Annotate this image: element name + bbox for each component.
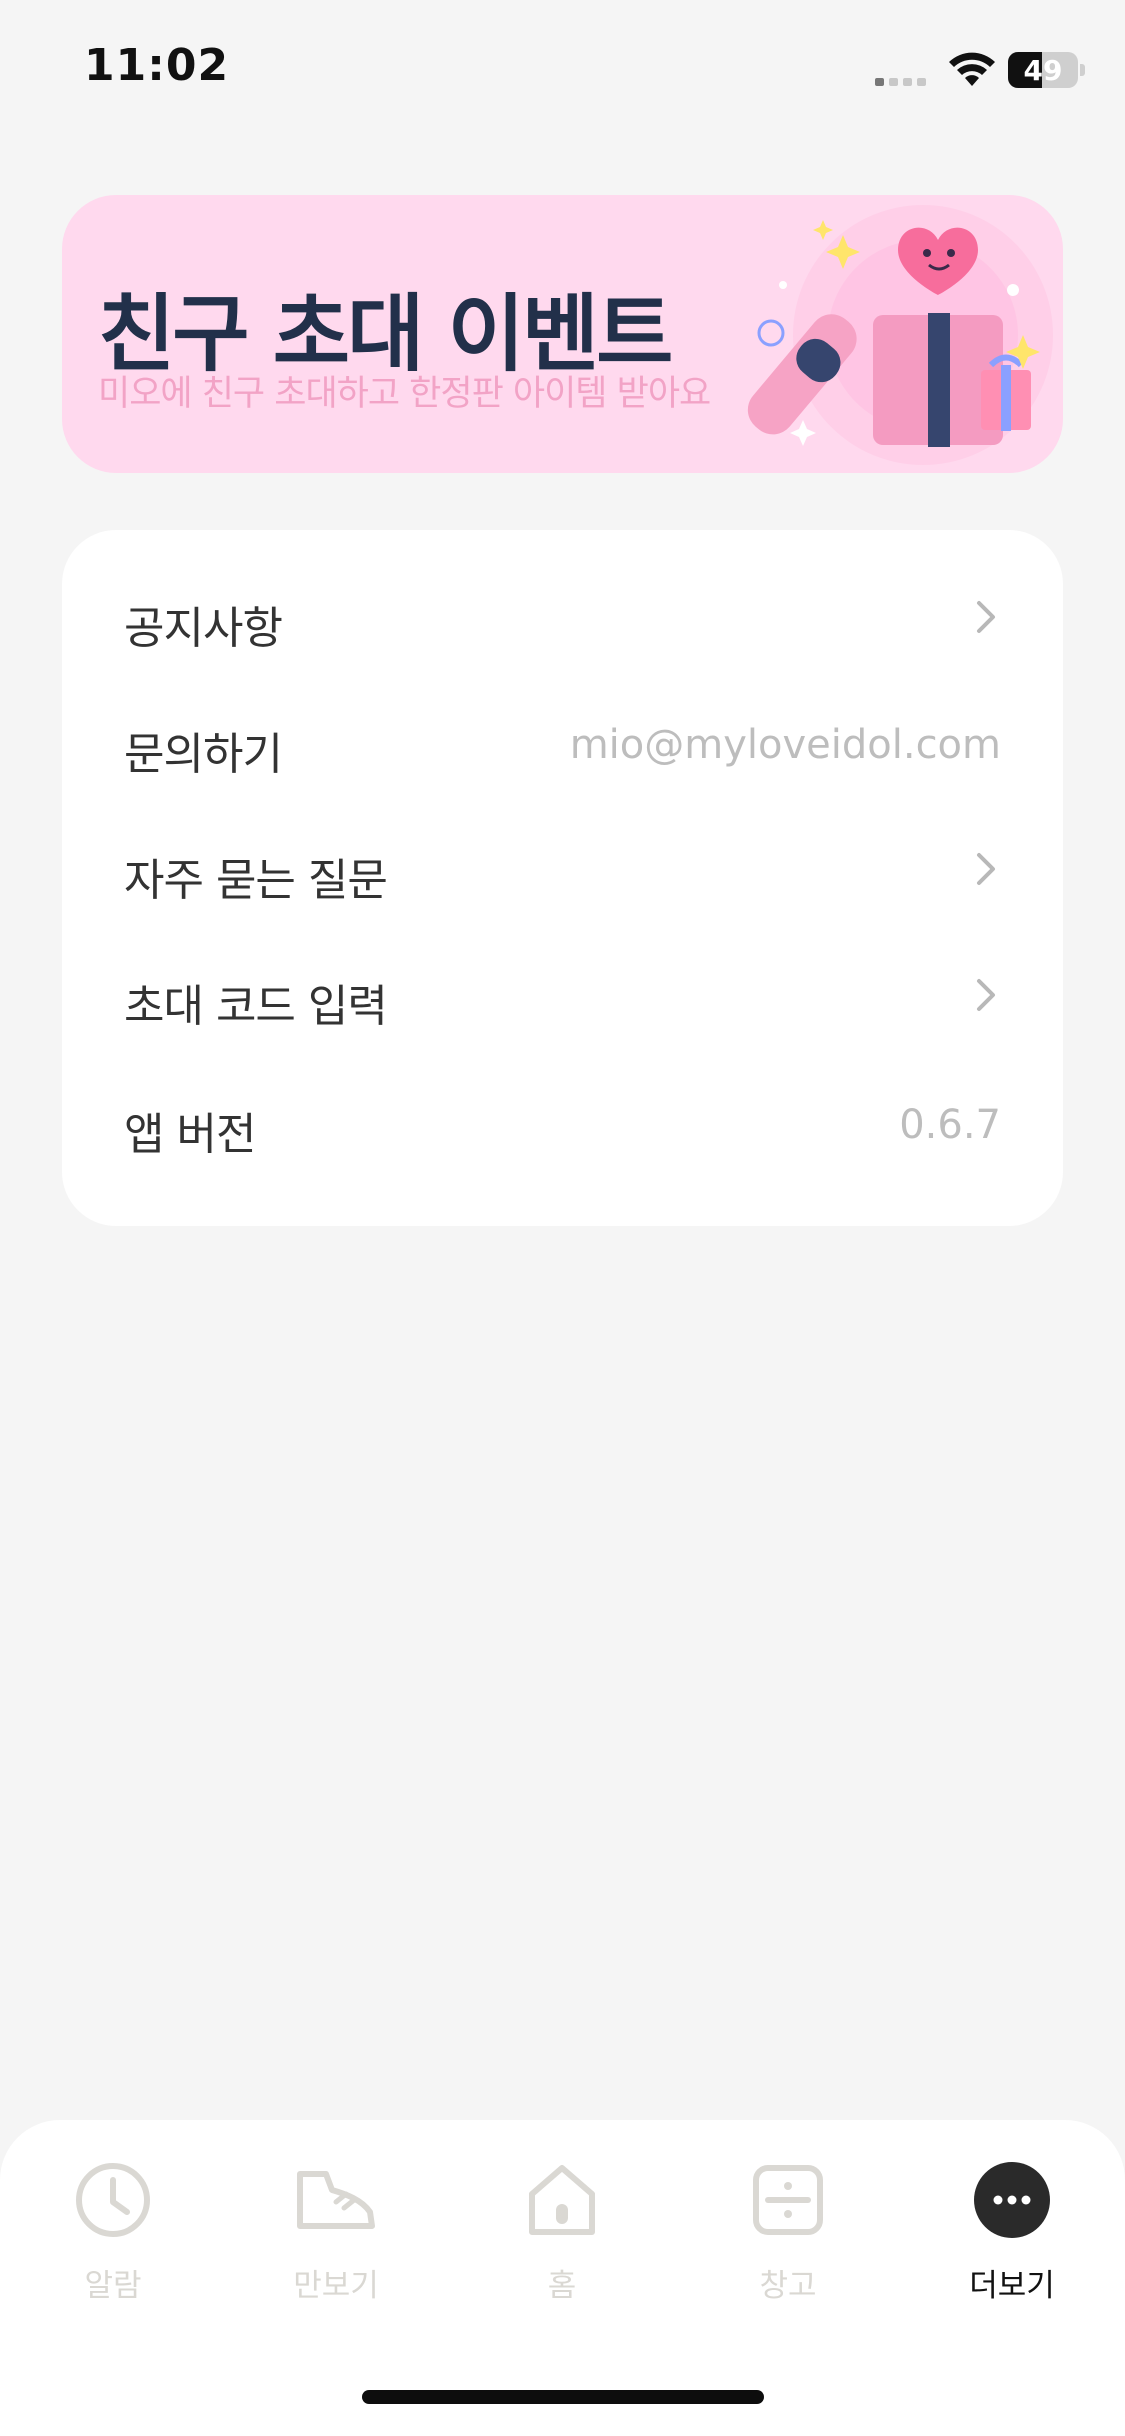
cellular-signal-icon [875,68,935,86]
menu-item-label: 앱 버전 [124,1109,256,1160]
invite-event-banner[interactable]: 친구 초대 이벤트 미오에 친구 초대하고 한정판 아이템 받아요 [62,195,1063,473]
menu-item-label: 자주 묻는 질문 [124,855,388,906]
sneaker-icon [297,2171,375,2229]
chevron-right-icon [977,601,995,633]
tab-storage[interactable]: 창고 [708,2160,868,2320]
chevron-right-icon [977,979,995,1011]
status-bar: 11:02 49 [0,0,1125,140]
tab-alarm[interactable]: 알람 [33,2160,193,2320]
wifi-icon [949,52,995,86]
menu-item-label: 초대 코드 입력 [124,981,388,1032]
house-icon [529,2165,595,2235]
home-indicator[interactable] [362,2390,764,2404]
gift-illustration-icon [747,205,1053,465]
clock-icon [76,2163,150,2237]
tab-label: 만보기 [293,2268,379,2304]
menu-item-invite-code[interactable]: 초대 코드 입력 [62,930,1063,1056]
more-icon [974,2162,1050,2238]
menu-item-notice[interactable]: 공지사항 [62,552,1063,678]
battery-nub [1080,64,1085,76]
battery-level: 49 [1023,54,1063,87]
contact-email: mio@myloveidol.com [569,722,1001,768]
tab-label: 알람 [84,2268,142,2304]
menu-item-label: 공지사항 [124,603,283,654]
menu-item-faq[interactable]: 자주 묻는 질문 [62,804,1063,930]
menu-item-app-version: 앱 버전 0.6.7 [62,1058,1063,1184]
battery-icon: 49 [1008,52,1078,88]
settings-menu: 공지사항 문의하기 mio@myloveidol.com 자주 묻는 질문 초대… [62,530,1063,1226]
status-time: 11:02 [84,40,230,91]
bottom-tab-bar: 알람 만보기 홈 창고 더보기 [0,2120,1125,2436]
tab-label: 창고 [759,2268,817,2304]
tab-more[interactable]: 더보기 [932,2160,1092,2320]
tab-label: 더보기 [969,2268,1055,2304]
menu-item-label: 문의하기 [124,729,283,780]
banner-subtitle: 미오에 친구 초대하고 한정판 아이템 받아요 [98,374,711,414]
box-icon [753,2165,823,2235]
chevron-right-icon [977,853,995,885]
menu-item-contact[interactable]: 문의하기 mio@myloveidol.com [62,678,1063,804]
app-version-value: 0.6.7 [899,1102,1001,1148]
tab-pedometer[interactable]: 만보기 [256,2160,416,2320]
tab-home[interactable]: 홈 [482,2160,642,2320]
tab-label: 홈 [547,2268,577,2304]
